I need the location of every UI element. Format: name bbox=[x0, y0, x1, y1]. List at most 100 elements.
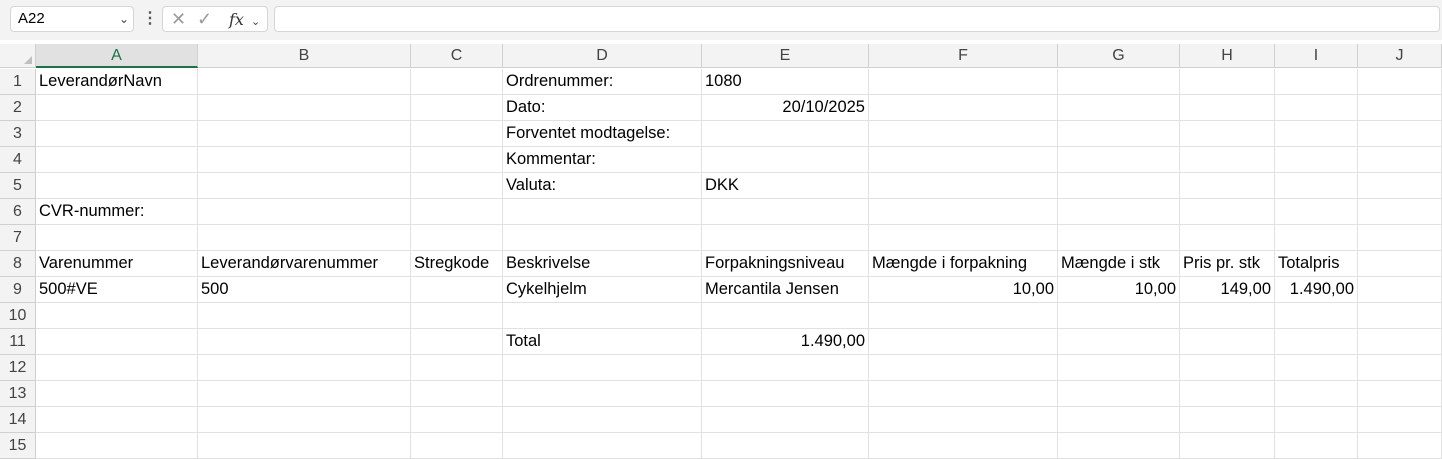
cell-e3[interactable] bbox=[702, 121, 869, 147]
cell-f13[interactable] bbox=[869, 381, 1058, 407]
cell-f2[interactable] bbox=[869, 95, 1058, 121]
cell-d10[interactable] bbox=[503, 303, 702, 329]
cell-a5[interactable] bbox=[36, 173, 198, 199]
cell-j10[interactable] bbox=[1358, 303, 1442, 329]
name-box[interactable]: A22 ⌄ bbox=[10, 6, 134, 32]
cell-e6[interactable] bbox=[702, 199, 869, 225]
cell-a7[interactable] bbox=[36, 225, 198, 251]
cell-e15[interactable] bbox=[702, 433, 869, 459]
more-options-icon[interactable]: ⋮ bbox=[142, 11, 158, 27]
cell-i13[interactable] bbox=[1275, 381, 1358, 407]
row-header-14[interactable]: 14 bbox=[0, 407, 36, 433]
cell-b10[interactable] bbox=[198, 303, 411, 329]
cell-h14[interactable] bbox=[1180, 407, 1275, 433]
cell-i3[interactable] bbox=[1275, 121, 1358, 147]
cell-d8[interactable]: Beskrivelse bbox=[503, 251, 702, 277]
cell-j8[interactable] bbox=[1358, 251, 1442, 277]
cell-c13[interactable] bbox=[411, 381, 503, 407]
row-header-9[interactable]: 9 bbox=[0, 277, 36, 303]
formula-input[interactable] bbox=[274, 6, 1440, 32]
row-header-15[interactable]: 15 bbox=[0, 433, 36, 459]
cell-c10[interactable] bbox=[411, 303, 503, 329]
cell-b4[interactable] bbox=[198, 147, 411, 173]
cell-g14[interactable] bbox=[1058, 407, 1180, 433]
cell-b11[interactable] bbox=[198, 329, 411, 355]
cell-a2[interactable] bbox=[36, 95, 198, 121]
cell-e2[interactable]: 20/10/2025 bbox=[702, 95, 869, 121]
cell-e11[interactable]: 1.490,00 bbox=[702, 329, 869, 355]
cell-h12[interactable] bbox=[1180, 355, 1275, 381]
cell-c5[interactable] bbox=[411, 173, 503, 199]
cell-e8[interactable]: Forpakningsniveau bbox=[702, 251, 869, 277]
cell-h15[interactable] bbox=[1180, 433, 1275, 459]
chevron-down-icon[interactable]: ⌄ bbox=[251, 12, 260, 32]
cell-a6[interactable]: CVR-nummer: bbox=[36, 199, 198, 225]
cell-d2[interactable]: Dato: bbox=[503, 95, 702, 121]
cell-i7[interactable] bbox=[1275, 225, 1358, 251]
check-icon[interactable]: ✓ bbox=[197, 9, 212, 29]
cell-i5[interactable] bbox=[1275, 173, 1358, 199]
row-header-11[interactable]: 11 bbox=[0, 329, 36, 355]
row-header-13[interactable]: 13 bbox=[0, 381, 36, 407]
cell-f9[interactable]: 10,00 bbox=[869, 277, 1058, 303]
column-header-d[interactable]: D bbox=[503, 44, 702, 68]
cell-i10[interactable] bbox=[1275, 303, 1358, 329]
cell-i14[interactable] bbox=[1275, 407, 1358, 433]
cell-a15[interactable] bbox=[36, 433, 198, 459]
cell-a8[interactable]: Varenummer bbox=[36, 251, 198, 277]
cell-h10[interactable] bbox=[1180, 303, 1275, 329]
cell-a9[interactable]: 500#VE bbox=[36, 277, 198, 303]
cell-h13[interactable] bbox=[1180, 381, 1275, 407]
cell-d5[interactable]: Valuta: bbox=[503, 173, 702, 199]
cell-d3[interactable]: Forventet modtagelse: bbox=[503, 121, 702, 147]
row-header-2[interactable]: 2 bbox=[0, 95, 36, 121]
cell-d4[interactable]: Kommentar: bbox=[503, 147, 702, 173]
cell-j2[interactable] bbox=[1358, 95, 1442, 121]
cell-i15[interactable] bbox=[1275, 433, 1358, 459]
cell-b8[interactable]: Leverandørvarenummer bbox=[198, 251, 411, 277]
row-header-4[interactable]: 4 bbox=[0, 147, 36, 173]
cell-g6[interactable] bbox=[1058, 199, 1180, 225]
cell-h8[interactable]: Pris pr. stk bbox=[1180, 251, 1275, 277]
column-header-c[interactable]: C bbox=[411, 44, 503, 68]
cell-c3[interactable] bbox=[411, 121, 503, 147]
cell-f12[interactable] bbox=[869, 355, 1058, 381]
cell-g7[interactable] bbox=[1058, 225, 1180, 251]
cell-a11[interactable] bbox=[36, 329, 198, 355]
cell-e9[interactable]: Mercantila Jensen bbox=[702, 277, 869, 303]
cell-b12[interactable] bbox=[198, 355, 411, 381]
cell-b3[interactable] bbox=[198, 121, 411, 147]
cell-d12[interactable] bbox=[503, 355, 702, 381]
column-header-g[interactable]: G bbox=[1058, 44, 1180, 68]
cell-f15[interactable] bbox=[869, 433, 1058, 459]
row-header-5[interactable]: 5 bbox=[0, 173, 36, 199]
column-header-h[interactable]: H bbox=[1180, 44, 1275, 68]
cell-d13[interactable] bbox=[503, 381, 702, 407]
cell-b15[interactable] bbox=[198, 433, 411, 459]
cell-j11[interactable] bbox=[1358, 329, 1442, 355]
cell-g5[interactable] bbox=[1058, 173, 1180, 199]
cell-g1[interactable] bbox=[1058, 69, 1180, 95]
cell-d14[interactable] bbox=[503, 407, 702, 433]
cell-e4[interactable] bbox=[702, 147, 869, 173]
cell-d7[interactable] bbox=[503, 225, 702, 251]
row-header-8[interactable]: 8 bbox=[0, 251, 36, 277]
cell-e12[interactable] bbox=[702, 355, 869, 381]
cell-a12[interactable] bbox=[36, 355, 198, 381]
cell-b9[interactable]: 500 bbox=[198, 277, 411, 303]
cell-g8[interactable]: Mængde i stk bbox=[1058, 251, 1180, 277]
cell-h2[interactable] bbox=[1180, 95, 1275, 121]
cell-j7[interactable] bbox=[1358, 225, 1442, 251]
cell-g12[interactable] bbox=[1058, 355, 1180, 381]
cell-e5[interactable]: DKK bbox=[702, 173, 869, 199]
cell-e10[interactable] bbox=[702, 303, 869, 329]
cell-e13[interactable] bbox=[702, 381, 869, 407]
cell-d1[interactable]: Ordrenummer: bbox=[503, 69, 702, 95]
row-header-12[interactable]: 12 bbox=[0, 355, 36, 381]
cell-f4[interactable] bbox=[869, 147, 1058, 173]
cell-i1[interactable] bbox=[1275, 69, 1358, 95]
cell-f11[interactable] bbox=[869, 329, 1058, 355]
chevron-down-icon[interactable]: ⌄ bbox=[119, 7, 129, 31]
select-all-corner[interactable] bbox=[0, 44, 36, 68]
cell-j13[interactable] bbox=[1358, 381, 1442, 407]
